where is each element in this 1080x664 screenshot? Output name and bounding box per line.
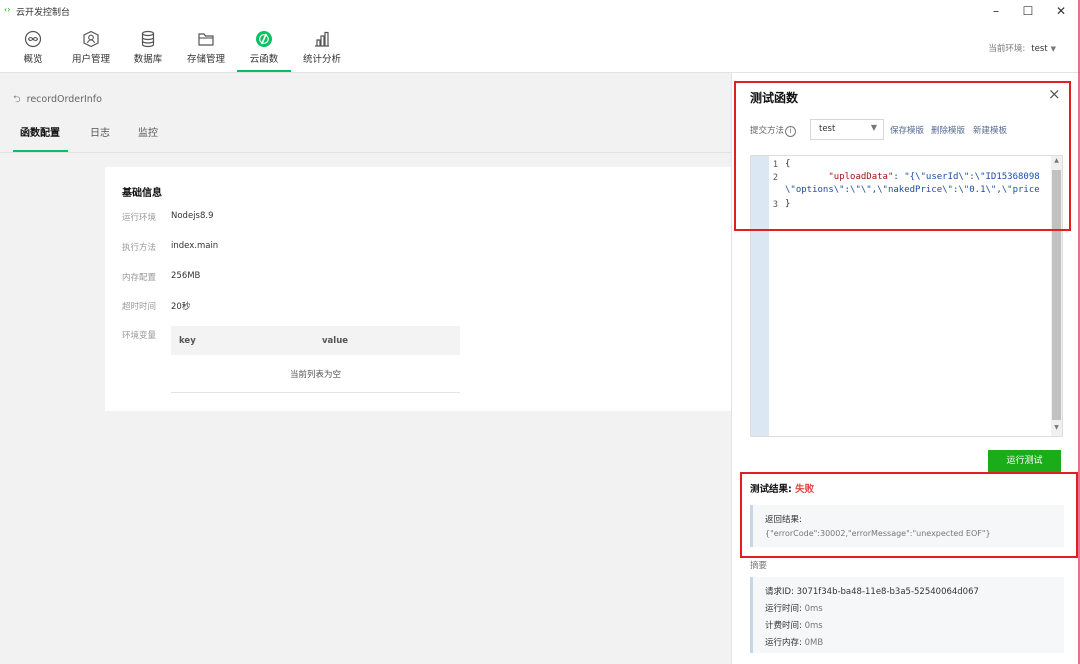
window-title: 云开发控制台	[16, 8, 71, 18]
summary-label: 摘要	[750, 561, 768, 571]
summary-key: 运行时间:	[765, 604, 802, 614]
info-value: Nodejs8.9	[171, 211, 214, 221]
nav-database[interactable]: 数据库	[121, 22, 175, 72]
function-tabs: 函数配置 日志 监控	[0, 114, 732, 153]
info-value: 256MB	[171, 271, 201, 281]
users-icon	[83, 30, 99, 48]
info-value: 20秒	[171, 302, 191, 312]
annotation-box-test	[734, 81, 1071, 231]
info-label: 超时时间	[122, 302, 157, 312]
database-icon	[141, 30, 155, 48]
tab-logs[interactable]: 日志	[90, 124, 110, 139]
summary-line: 计费时间: 0ms	[765, 619, 823, 631]
key-header: key	[179, 336, 196, 346]
tab-monitor[interactable]: 监控	[138, 124, 158, 139]
overview-icon	[24, 30, 42, 48]
summary-value: 0ms	[804, 604, 823, 614]
summary-value: 3071f34b-ba48-11e8-b3a5-52540064d067	[796, 587, 979, 597]
nav-cloud-functions[interactable]: 云函数	[237, 22, 291, 72]
app-logo-icon: ‹›	[4, 5, 11, 14]
table-header: key value	[171, 326, 460, 355]
info-value: index.main	[171, 241, 219, 251]
info-label: 执行方法	[122, 243, 157, 253]
summary-key: 请求ID:	[765, 587, 794, 597]
value-header: value	[322, 336, 349, 346]
env-label: 当前环境:	[988, 44, 1026, 54]
basic-info-card: 基础信息 运行环境 Nodejs8.9 执行方法 index.main 内存配置…	[105, 167, 732, 411]
run-test-button[interactable]: 运行测试	[988, 450, 1061, 472]
summary-line: 请求ID: 3071f34b-ba48-11e8-b3a5-52540064d0…	[765, 585, 979, 597]
breadcrumb: ⮌ recordOrderInfo	[13, 92, 102, 108]
maximize-button[interactable]: ☐	[1013, 2, 1043, 20]
folder-icon	[198, 33, 214, 46]
env-var-label: 环境变量	[122, 331, 157, 341]
back-icon[interactable]: ⮌	[13, 94, 21, 105]
title-bar: ‹› 云开发控制台 – ☐ ✕	[0, 0, 1080, 22]
nav-analytics[interactable]: 统计分析	[295, 22, 349, 72]
annotation-box-result	[740, 472, 1078, 558]
active-tab-indicator	[13, 150, 68, 152]
nav-overview[interactable]: 概览	[6, 22, 60, 72]
env-value: test	[1031, 44, 1048, 54]
nav-storage[interactable]: 存储管理	[179, 22, 233, 72]
summary-value: 0ms	[804, 621, 823, 631]
tab-config[interactable]: 函数配置	[20, 124, 60, 139]
summary-line: 运行时间: 0ms	[765, 602, 823, 614]
divider	[171, 392, 460, 393]
summary-box: 请求ID: 3071f34b-ba48-11e8-b3a5-52540064d0…	[750, 577, 1064, 653]
card-title: 基础信息	[122, 188, 162, 199]
minimize-button[interactable]: –	[981, 2, 1011, 20]
chart-icon	[315, 31, 329, 47]
summary-key: 运行内存:	[765, 638, 802, 648]
function-icon	[256, 31, 272, 47]
nav-label: 云函数	[249, 54, 279, 65]
nav-label: 存储管理	[186, 54, 225, 65]
chevron-down-icon: ▼	[1050, 45, 1056, 53]
env-var-table: key value 当前列表为空	[171, 326, 460, 394]
info-label: 运行环境	[122, 213, 157, 223]
empty-state: 当前列表为空	[289, 370, 341, 380]
nav-label: 统计分析	[302, 54, 341, 65]
function-name: recordOrderInfo	[26, 94, 102, 105]
summary-value: 0MB	[804, 638, 824, 648]
summary-line: 运行内存: 0MB	[765, 636, 823, 648]
close-window-button[interactable]: ✕	[1046, 2, 1076, 20]
top-nav: 概览 用户管理 数据库 存储管理 云函数 统计分析 当前环境: test ▼	[0, 22, 1080, 73]
nav-label: 数据库	[133, 54, 163, 65]
scroll-down-icon[interactable]: ▼	[1051, 424, 1062, 431]
nav-label: 用户管理	[71, 54, 110, 65]
nav-users[interactable]: 用户管理	[64, 22, 118, 72]
info-label: 内存配置	[122, 273, 157, 283]
summary-key: 计费时间:	[765, 621, 802, 631]
environment-selector[interactable]: 当前环境: test ▼	[988, 42, 1056, 54]
nav-label: 概览	[23, 54, 43, 65]
